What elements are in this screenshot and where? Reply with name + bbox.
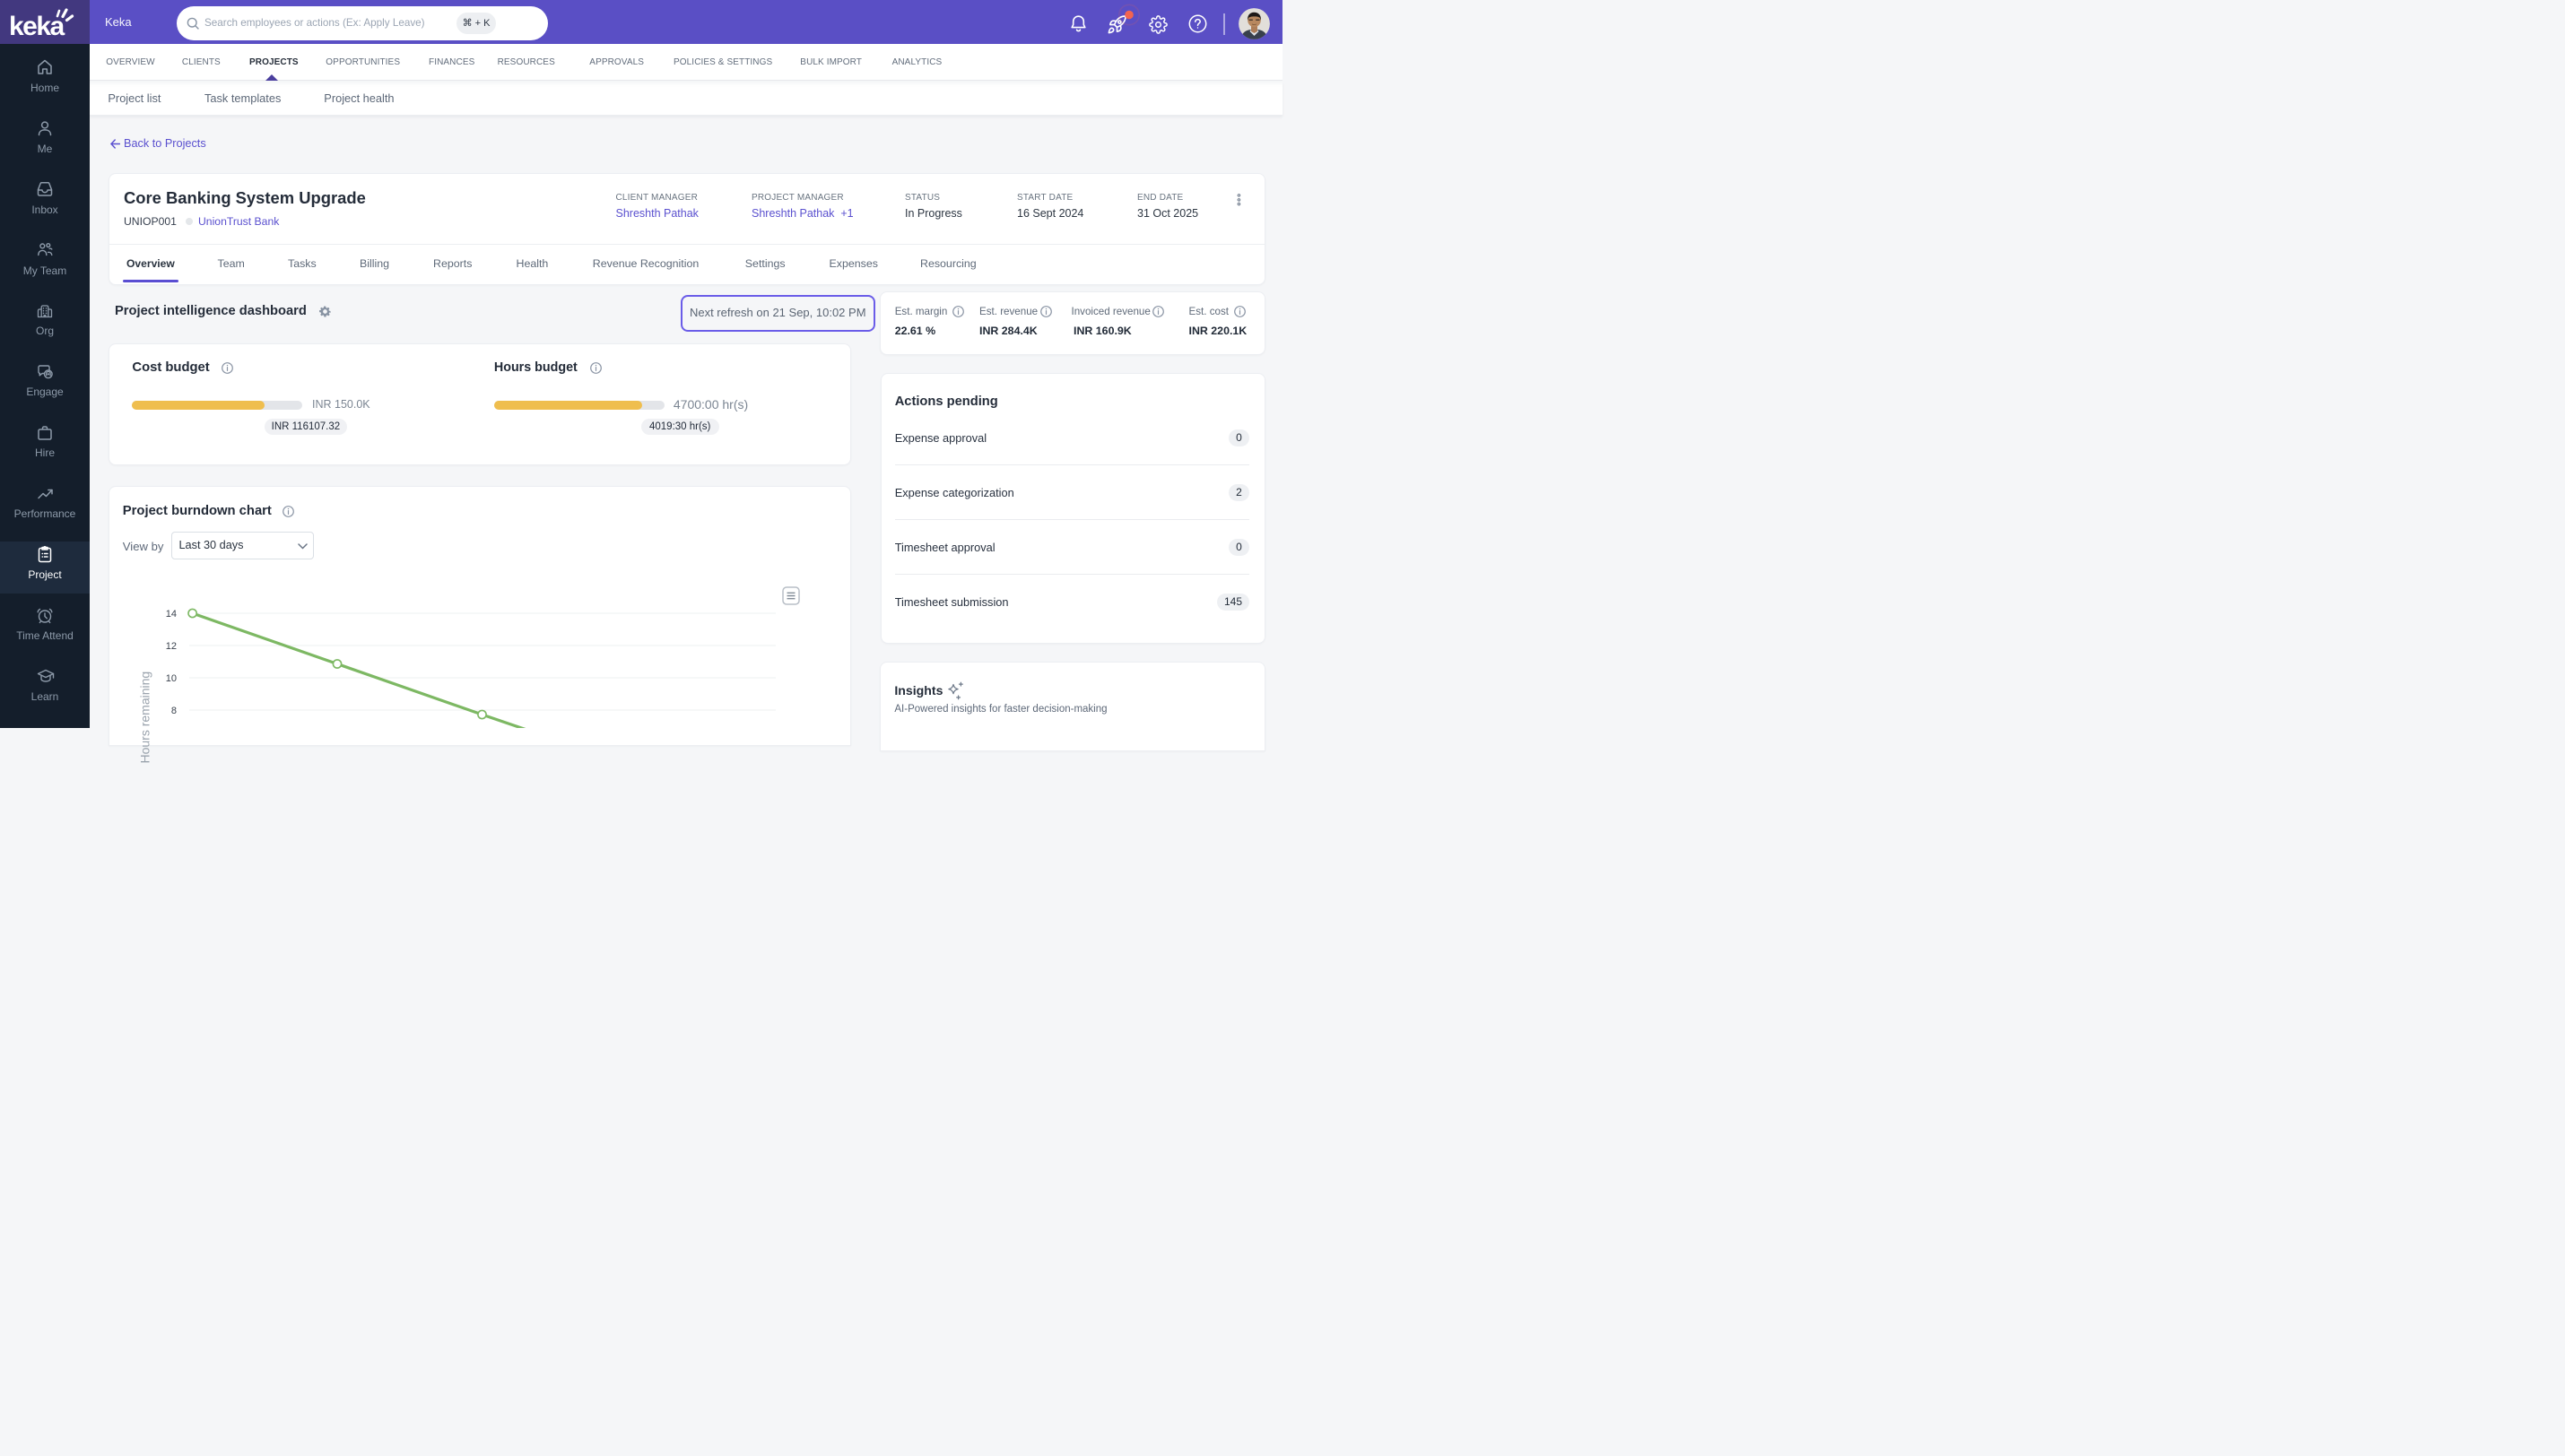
svg-text:14: 14 [166, 609, 177, 620]
svg-text:8: 8 [171, 706, 177, 716]
svg-text:12: 12 [166, 641, 177, 652]
svg-text:10: 10 [166, 673, 177, 684]
